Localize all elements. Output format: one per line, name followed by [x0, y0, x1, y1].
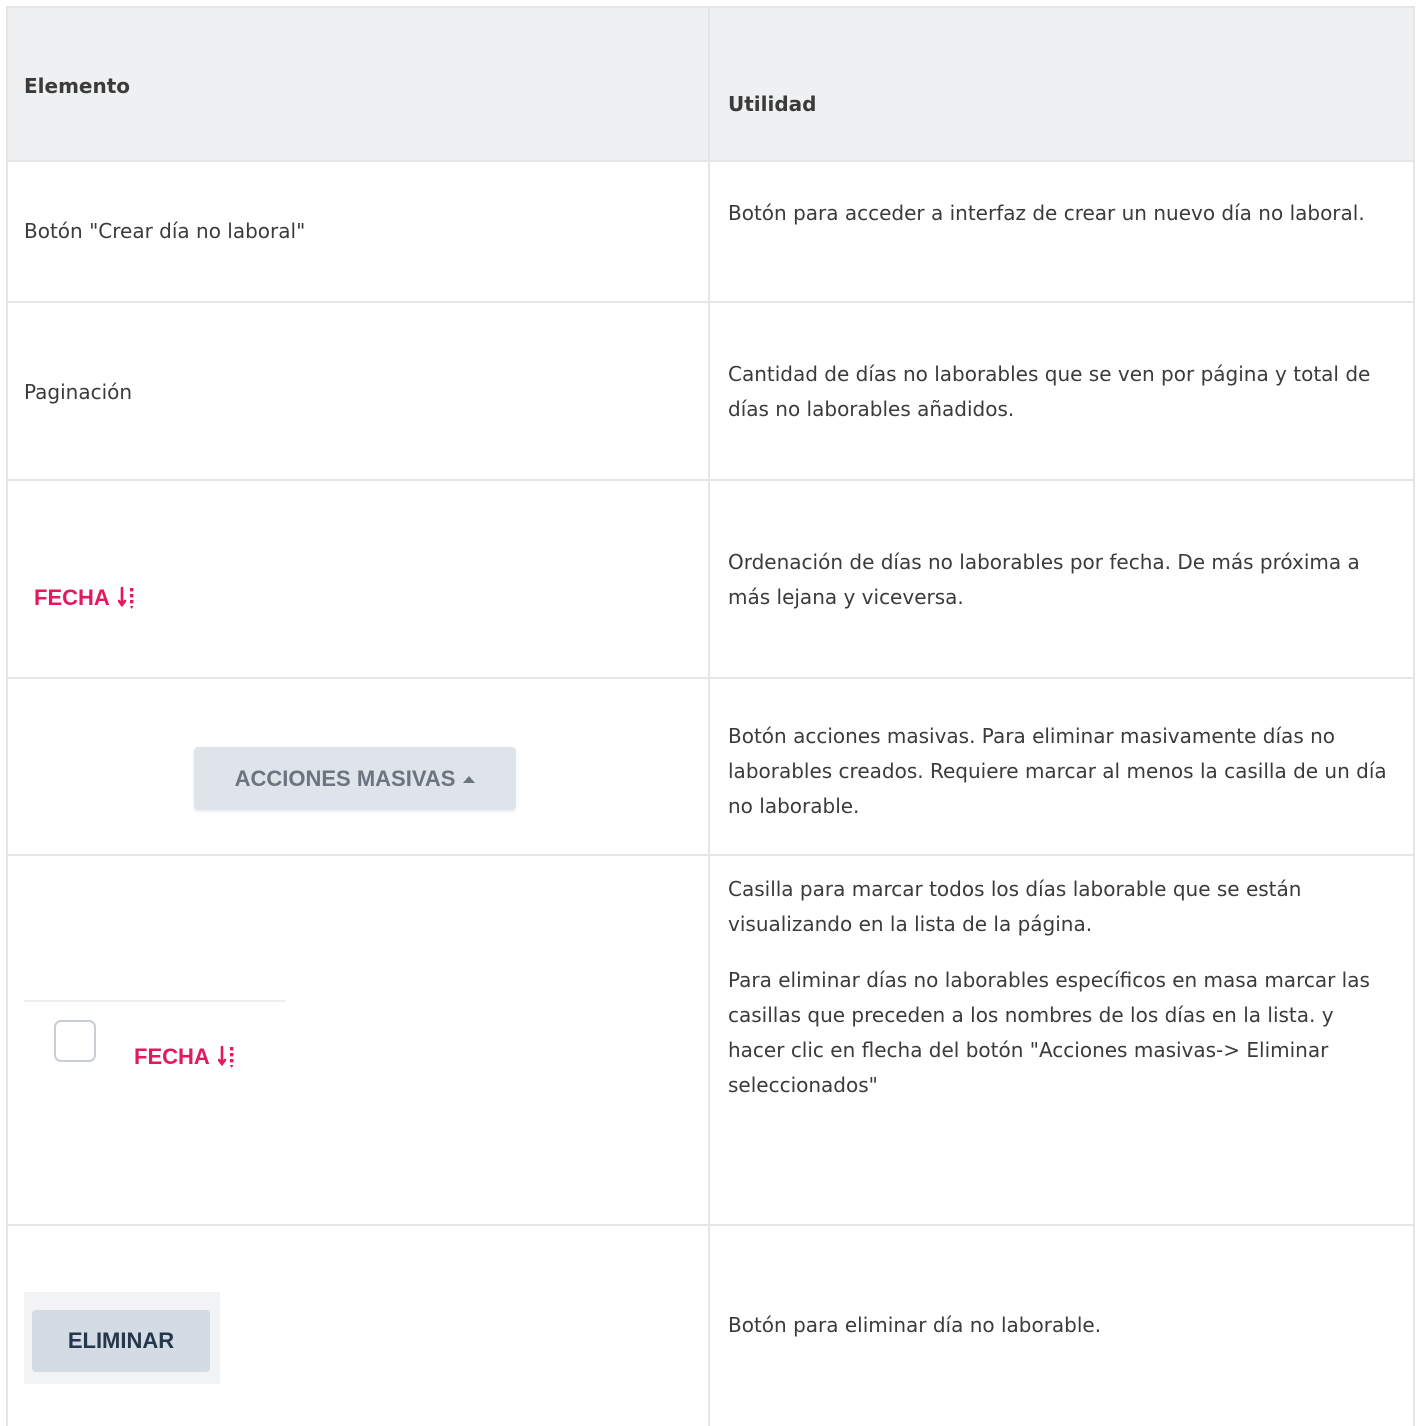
- select-all-checkbox[interactable]: [54, 1020, 96, 1062]
- utility-paragraph: Casilla para marcar todos los días labor…: [728, 877, 1302, 936]
- utility-paragraph: Botón para acceder a interfaz de crear u…: [728, 201, 1365, 225]
- table-row: Paginación Cantidad de días no laborable…: [8, 303, 1413, 481]
- utility-text: Botón para eliminar día no laborable.: [728, 1308, 1395, 1343]
- sort-date-icon: [117, 586, 138, 610]
- utility-cell: Cantidad de días no laborables que se ve…: [710, 303, 1413, 479]
- utility-paragraph: Botón para eliminar día no laborable.: [728, 1313, 1102, 1337]
- element-cell: Paginación: [8, 303, 710, 479]
- utility-paragraph: Ordenación de días no laborables por fec…: [728, 550, 1360, 609]
- header-element: Elemento: [24, 74, 131, 98]
- utility-cell: Casilla para marcar todos los días labor…: [710, 856, 1413, 1224]
- element-cell: FECHA: [8, 481, 710, 677]
- table-row: Botón "Crear día no laboral" Botón para …: [8, 162, 1413, 303]
- element-text: Botón "Crear día no laboral": [24, 219, 306, 243]
- element-cell: ACCIONES MASIVAS: [8, 679, 710, 854]
- utility-cell: Botón para acceder a interfaz de crear u…: [710, 162, 1413, 301]
- element-cell: Botón "Crear día no laboral": [8, 162, 710, 301]
- utility-paragraph: Botón acciones masivas. Para eliminar ma…: [728, 724, 1387, 818]
- header-cell-element: Elemento: [8, 8, 710, 160]
- utility-paragraph: Cantidad de días no laborables que se ve…: [728, 362, 1371, 421]
- table-row: ACCIONES MASIVAS Botón acciones masivas.…: [8, 679, 1413, 856]
- header-utility: Utilidad: [728, 92, 817, 116]
- utility-paragraph: Para eliminar días no laborables específ…: [728, 968, 1370, 1097]
- divider-line: [24, 1000, 286, 1002]
- table-row: ELIMINAR Botón para eliminar día no labo…: [8, 1226, 1413, 1426]
- utility-text: Botón acciones masivas. Para eliminar ma…: [728, 719, 1399, 824]
- utility-cell: Botón acciones masivas. Para eliminar ma…: [710, 679, 1413, 854]
- acciones-masivas-button[interactable]: ACCIONES MASIVAS: [194, 747, 516, 810]
- utility-text: Botón para acceder a interfaz de crear u…: [728, 196, 1395, 231]
- header-cell-utility: Utilidad: [710, 8, 1413, 160]
- utility-text: Cantidad de días no laborables que se ve…: [728, 357, 1395, 427]
- utility-cell: Ordenación de días no laborables por fec…: [710, 481, 1413, 677]
- features-table: Elemento Utilidad Botón "Crear día no la…: [6, 6, 1415, 1426]
- utility-text: Ordenación de días no laborables por fec…: [728, 545, 1395, 615]
- sort-date-icon: [217, 1045, 238, 1069]
- element-cell: FECHA: [8, 856, 710, 1224]
- table-header-row: Elemento Utilidad: [8, 8, 1413, 162]
- fecha-sort-header[interactable]: FECHA: [134, 1044, 238, 1070]
- utility-cell: Botón para eliminar día no laborable.: [710, 1226, 1413, 1426]
- element-text: Paginación: [24, 380, 133, 404]
- fecha-sort-header[interactable]: FECHA: [34, 585, 138, 611]
- eliminar-label: ELIMINAR: [67, 1328, 175, 1353]
- eliminar-button[interactable]: ELIMINAR: [32, 1310, 210, 1372]
- table-row: FECHA Ordenación de días no laborables p…: [8, 481, 1413, 679]
- caret-up-icon: [463, 776, 476, 783]
- table-row: FECHA Casilla para marcar todos los días…: [8, 856, 1413, 1226]
- element-cell: ELIMINAR: [8, 1226, 710, 1426]
- fecha-label: FECHA: [34, 585, 110, 610]
- eliminar-preview: ELIMINAR: [24, 1292, 220, 1384]
- acciones-masivas-label: ACCIONES MASIVAS: [234, 765, 456, 791]
- fecha-label: FECHA: [134, 1044, 210, 1069]
- utility-text: Casilla para marcar todos los días labor…: [728, 872, 1395, 1103]
